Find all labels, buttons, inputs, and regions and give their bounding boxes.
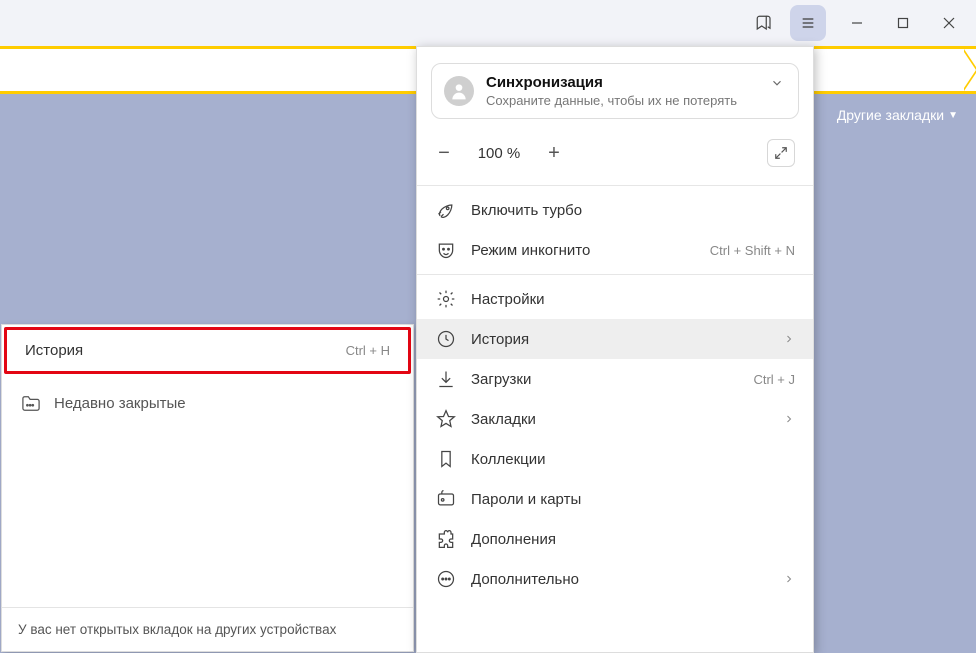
menu-item-addons[interactable]: Дополнения bbox=[417, 519, 813, 559]
maximize-icon bbox=[897, 17, 909, 29]
divider bbox=[417, 185, 813, 186]
history-submenu-panel: История Ctrl + H Недавно закрытые У вас … bbox=[1, 324, 414, 652]
zoom-value: 100 % bbox=[471, 145, 527, 162]
window-close-button[interactable] bbox=[926, 0, 972, 46]
main-menu-button[interactable] bbox=[790, 5, 826, 41]
window-minimize-button[interactable] bbox=[834, 0, 880, 46]
menu-item-label: Включить турбо bbox=[471, 202, 582, 219]
recently-closed-item[interactable]: Недавно закрытые bbox=[2, 376, 413, 430]
chevron-right-icon bbox=[783, 333, 795, 345]
clock-icon bbox=[435, 329, 457, 349]
menu-item-label: Дополнительно bbox=[471, 571, 579, 588]
menu-item-label: Дополнения bbox=[471, 531, 556, 548]
history-footer-text: У вас нет открытых вкладок на других уст… bbox=[2, 607, 413, 651]
minimize-icon bbox=[851, 17, 863, 29]
menu-item-label: Режим инкогнито bbox=[471, 242, 590, 259]
menu-item-turbo[interactable]: Включить турбо bbox=[417, 190, 813, 230]
download-icon bbox=[938, 56, 956, 74]
zoom-in-button[interactable]: + bbox=[545, 142, 563, 165]
bookmark-outline-icon bbox=[435, 449, 457, 469]
menu-item-label: История bbox=[471, 331, 529, 348]
bookmarks-button[interactable] bbox=[746, 5, 782, 41]
menu-item-label: Пароли и карты bbox=[471, 491, 581, 508]
menu-item-label: Закладки bbox=[471, 411, 536, 428]
sync-title: Синхронизация bbox=[486, 74, 737, 91]
card-icon bbox=[435, 489, 457, 509]
star-icon bbox=[435, 409, 457, 429]
person-icon bbox=[449, 81, 469, 101]
menu-item-settings[interactable]: Настройки bbox=[417, 279, 813, 319]
bookmark-icon bbox=[755, 14, 773, 32]
gear-icon bbox=[435, 289, 457, 309]
rocket-icon bbox=[435, 200, 457, 220]
other-bookmarks-label: Другие закладки bbox=[837, 107, 944, 123]
main-menu-dropdown: Синхронизация Сохраните данные, чтобы их… bbox=[416, 46, 814, 653]
menu-item-downloads[interactable]: Загрузки Ctrl + J bbox=[417, 359, 813, 399]
more-icon bbox=[435, 569, 457, 589]
chevron-right-icon bbox=[783, 413, 795, 425]
zoom-controls: − 100 % + bbox=[417, 129, 813, 181]
fullscreen-button[interactable] bbox=[767, 139, 795, 167]
menu-item-more[interactable]: Дополнительно bbox=[417, 559, 813, 599]
hamburger-icon bbox=[800, 15, 816, 31]
puzzle-icon bbox=[435, 529, 457, 549]
history-shortcut: Ctrl + H bbox=[346, 343, 390, 358]
menu-item-bookmarks[interactable]: Закладки bbox=[417, 399, 813, 439]
menu-item-passwords[interactable]: Пароли и карты bbox=[417, 479, 813, 519]
expand-icon bbox=[774, 146, 788, 160]
menu-item-label: Загрузки bbox=[471, 371, 531, 388]
divider bbox=[417, 274, 813, 275]
window-maximize-button[interactable] bbox=[880, 0, 926, 46]
sync-subtitle: Сохраните данные, чтобы их не потерять bbox=[486, 93, 737, 108]
history-title: История bbox=[25, 342, 83, 359]
chevron-right-icon bbox=[783, 573, 795, 585]
download-icon bbox=[435, 369, 457, 389]
sync-card[interactable]: Синхронизация Сохраните данные, чтобы их… bbox=[431, 63, 799, 119]
close-icon bbox=[943, 17, 955, 29]
chevron-down-icon bbox=[770, 76, 784, 90]
mask-icon bbox=[435, 240, 457, 260]
menu-item-collections[interactable]: Коллекции bbox=[417, 439, 813, 479]
menu-item-history[interactable]: История bbox=[417, 319, 813, 359]
caret-down-icon: ▼ bbox=[948, 110, 958, 121]
menu-item-shortcut: Ctrl + J bbox=[753, 372, 795, 387]
menu-item-label: Коллекции bbox=[471, 451, 546, 468]
recently-closed-label: Недавно закрытые bbox=[54, 395, 186, 412]
downloads-indicator[interactable] bbox=[938, 56, 956, 74]
menu-item-shortcut: Ctrl + Shift + N bbox=[710, 243, 795, 258]
menu-item-incognito[interactable]: Режим инкогнито Ctrl + Shift + N bbox=[417, 230, 813, 270]
avatar bbox=[444, 76, 474, 106]
menu-item-label: Настройки bbox=[471, 291, 545, 308]
other-bookmarks-button[interactable]: Другие закладки ▼ bbox=[837, 107, 958, 123]
folder-icon bbox=[20, 394, 42, 412]
zoom-out-button[interactable]: − bbox=[435, 142, 453, 165]
history-submenu-header[interactable]: История Ctrl + H bbox=[4, 327, 411, 374]
